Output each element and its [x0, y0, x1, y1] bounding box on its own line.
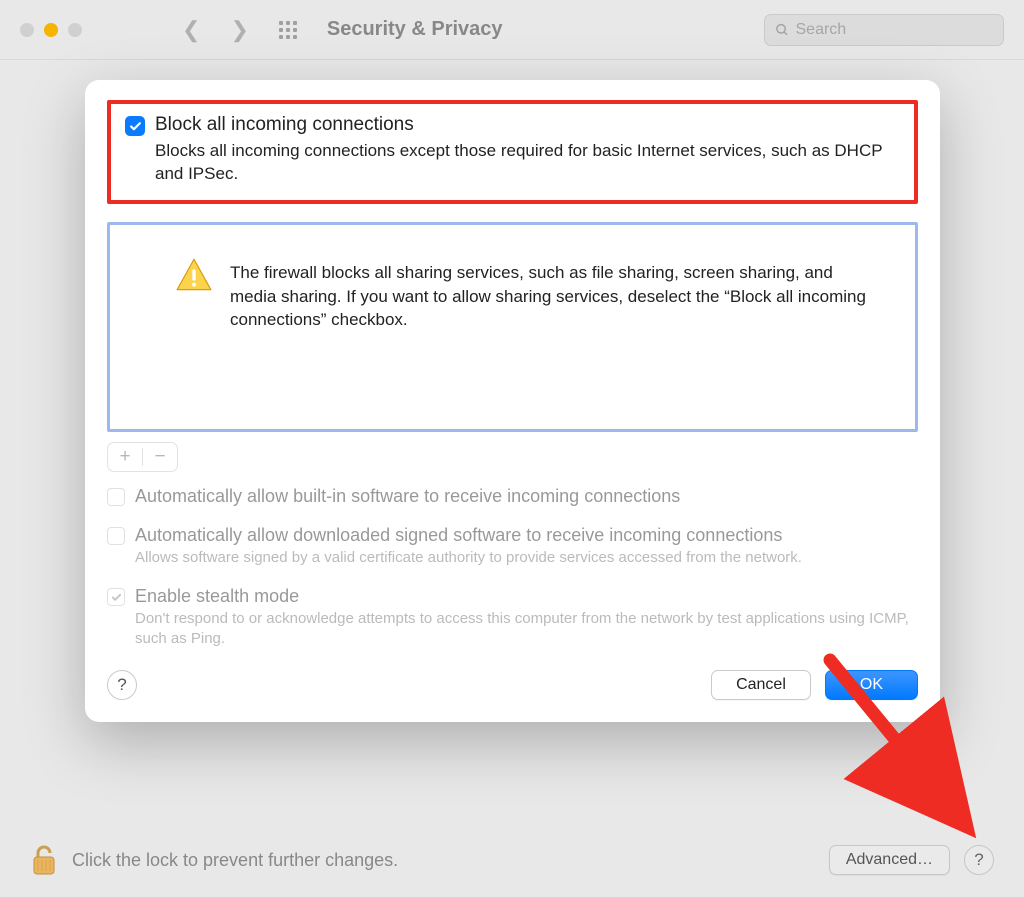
- ok-button[interactable]: OK: [825, 670, 918, 700]
- prefs-help-button[interactable]: ?: [964, 845, 994, 875]
- annotation-highlight-box: Block all incoming connections Blocks al…: [107, 100, 918, 204]
- auto-allow-builtin-label: Automatically allow built-in software to…: [135, 486, 680, 507]
- window-toolbar: ❮ ❯ Security & Privacy: [0, 0, 1024, 60]
- firewall-info-text: The firewall blocks all sharing services…: [230, 261, 879, 399]
- lock-icon[interactable]: [30, 843, 58, 877]
- window-title: Security & Privacy: [327, 18, 764, 41]
- auto-allow-signed-desc: Allows software signed by a valid certif…: [135, 548, 802, 568]
- minimize-window-button[interactable]: [44, 23, 58, 37]
- block-all-incoming-desc: Blocks all incoming connections except t…: [155, 140, 900, 186]
- dialog-help-button[interactable]: ?: [107, 670, 137, 700]
- firewall-options-dialog: Block all incoming connections Blocks al…: [85, 80, 940, 722]
- search-input[interactable]: [796, 21, 994, 39]
- advanced-button[interactable]: Advanced…: [829, 845, 950, 875]
- block-all-incoming-label: Block all incoming connections: [155, 114, 414, 136]
- warning-icon: [176, 257, 212, 293]
- lock-status-text: Click the lock to prevent further change…: [72, 850, 815, 871]
- add-app-button[interactable]: +: [108, 443, 142, 471]
- forward-button[interactable]: ❯: [230, 17, 248, 43]
- back-button[interactable]: ❮: [182, 17, 200, 43]
- remove-app-button[interactable]: −: [143, 443, 177, 471]
- stealth-mode-desc: Don't respond to or acknowledge attempts…: [135, 609, 918, 650]
- add-remove-control: + −: [107, 442, 178, 472]
- auto-allow-signed-checkbox: [107, 527, 125, 545]
- search-icon: [775, 22, 790, 38]
- search-field-container[interactable]: [764, 14, 1004, 46]
- firewall-info-box: The firewall blocks all sharing services…: [107, 222, 918, 432]
- maximize-window-button[interactable]: [68, 23, 82, 37]
- stealth-mode-label: Enable stealth mode: [135, 586, 918, 607]
- show-all-prefs-button[interactable]: [279, 21, 297, 39]
- prefs-bottom-bar: Click the lock to prevent further change…: [30, 843, 994, 877]
- cancel-button[interactable]: Cancel: [711, 670, 811, 700]
- close-window-button[interactable]: [20, 23, 34, 37]
- auto-allow-signed-label: Automatically allow downloaded signed so…: [135, 525, 802, 546]
- stealth-mode-checkbox: [107, 588, 125, 606]
- window-controls: [20, 23, 82, 37]
- auto-allow-builtin-checkbox: [107, 488, 125, 506]
- block-all-incoming-checkbox[interactable]: [125, 116, 145, 136]
